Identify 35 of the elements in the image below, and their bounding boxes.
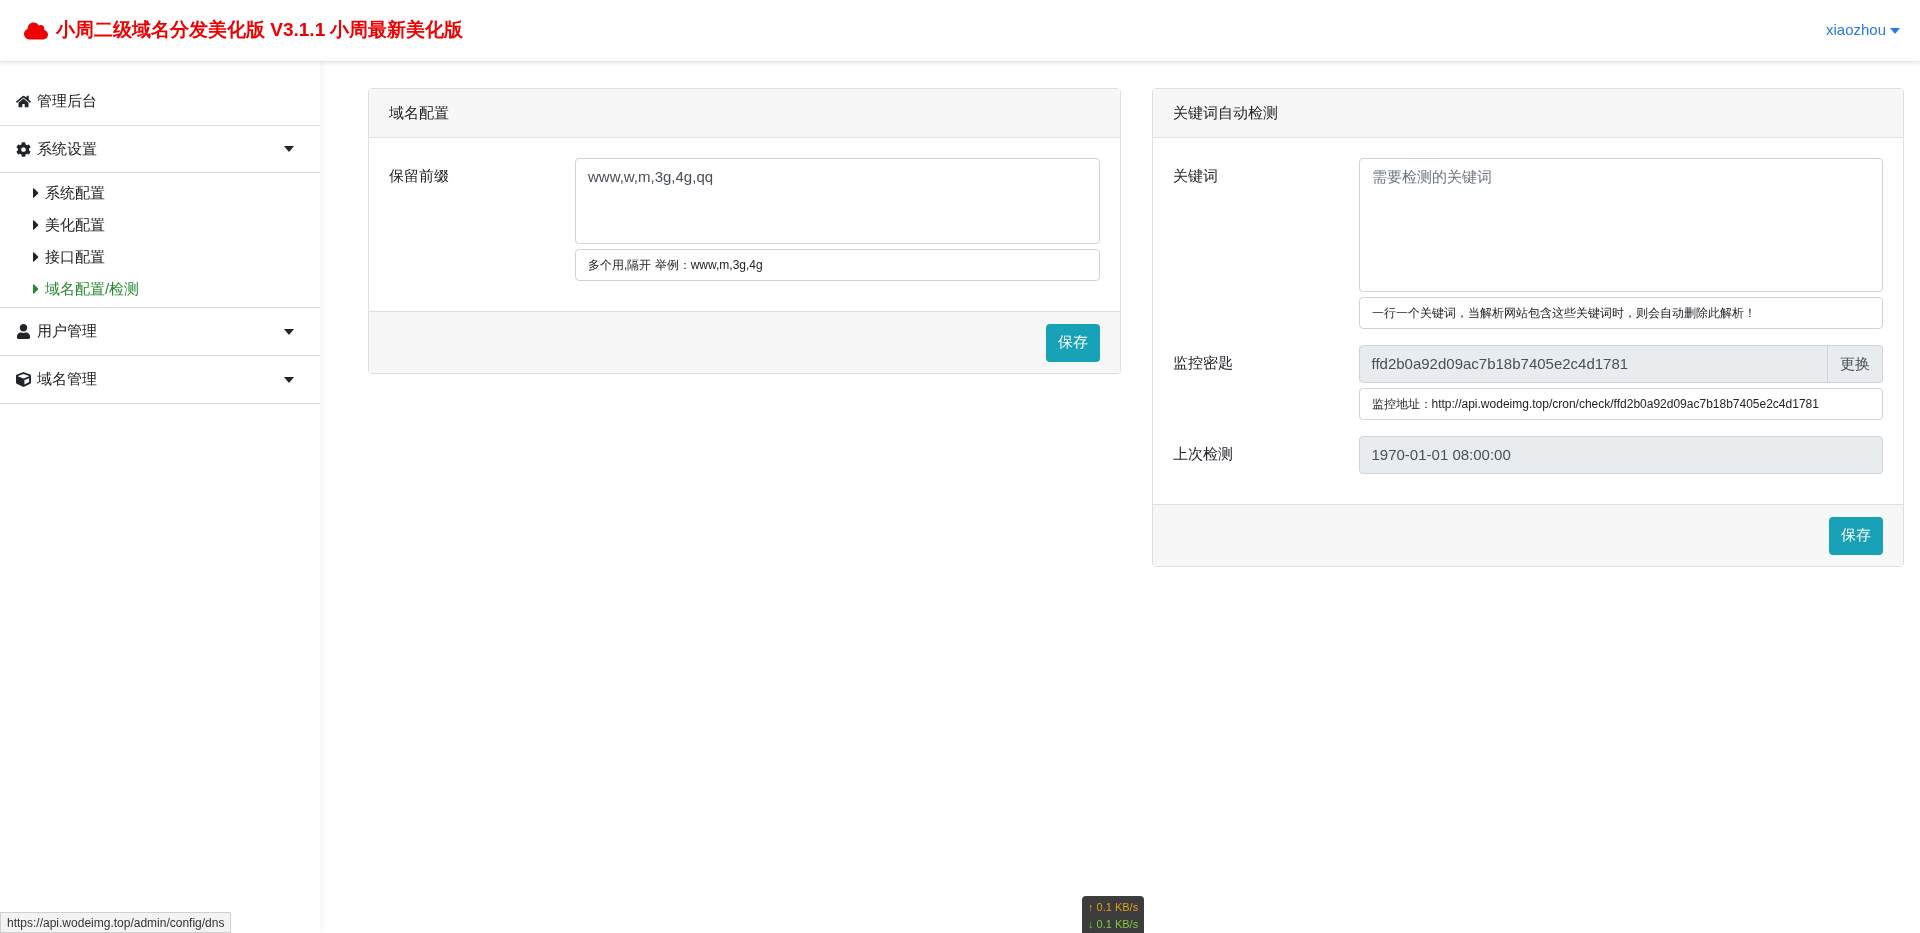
text-area[interactable]: www,w,m,3g,4g,qq (575, 158, 1100, 244)
sidebar-item[interactable]: 域名管理 (0, 356, 320, 403)
sidebar-item[interactable]: 管理后台 (0, 78, 320, 125)
input-field[interactable]: 1970-01-01 08:00:00 (1358, 436, 1883, 474)
card-title: 关键词自动检测 (1172, 102, 1278, 123)
help-text: 一行一个关键词，当解析网站包含这些关键词时，则会自动删除此解析！ (1358, 297, 1883, 329)
help-text: 多个用,隔开 举例：www,m,3g,4g (575, 249, 1100, 281)
field-label: 保留前缀 (389, 166, 450, 186)
caret-icon (284, 328, 294, 335)
change-button[interactable]: 更换 (1828, 345, 1883, 383)
cube-icon (16, 372, 31, 387)
home-icon (16, 94, 31, 109)
submenu-item[interactable]: 美化配置 (0, 209, 320, 241)
submenu-item[interactable]: 系统配置 (0, 177, 320, 209)
user-icon (16, 324, 31, 339)
field-label: 上次检测 (1172, 444, 1234, 464)
status-url: https://api.wodeimg.top/admin/config/dns (0, 912, 232, 933)
sidebar-item[interactable]: 系统设置 (0, 126, 320, 173)
field-label: 关键词 (1172, 166, 1219, 186)
gear-icon (16, 141, 31, 157)
help-text: 监控地址：http://api.wodeimg.top/cron/check/ffd2b0a92d09ac7b18b7405e2c4d1781 (1358, 388, 1883, 420)
site-title[interactable]: 小周二级域名分发美化版 V3.1.1 小周最新美化版 (56, 16, 464, 45)
input-field[interactable]: ffd2b0a92d09ac7b18b7405e2c4d1781 (1358, 345, 1828, 383)
sidebar-item[interactable]: 用户管理 (0, 308, 320, 355)
caret-icon (284, 376, 294, 383)
upload-speed: ↑ 0.1 KB/s (1088, 900, 1139, 915)
submenu-item[interactable]: 接口配置 (0, 241, 320, 273)
caret-icon (284, 146, 294, 152)
text-area[interactable]: 需要检测的关键词 (1358, 158, 1883, 292)
field-label: 监控密匙 (1172, 353, 1234, 373)
download-speed: ↓ 0.1 KB/s (1088, 917, 1139, 932)
card-title: 域名配置 (389, 102, 449, 123)
submenu-item[interactable]: 域名配置/检测 (0, 273, 320, 305)
caret-icon (1890, 27, 1900, 34)
user-menu[interactable]: xiaozhou (1825, 19, 1900, 42)
